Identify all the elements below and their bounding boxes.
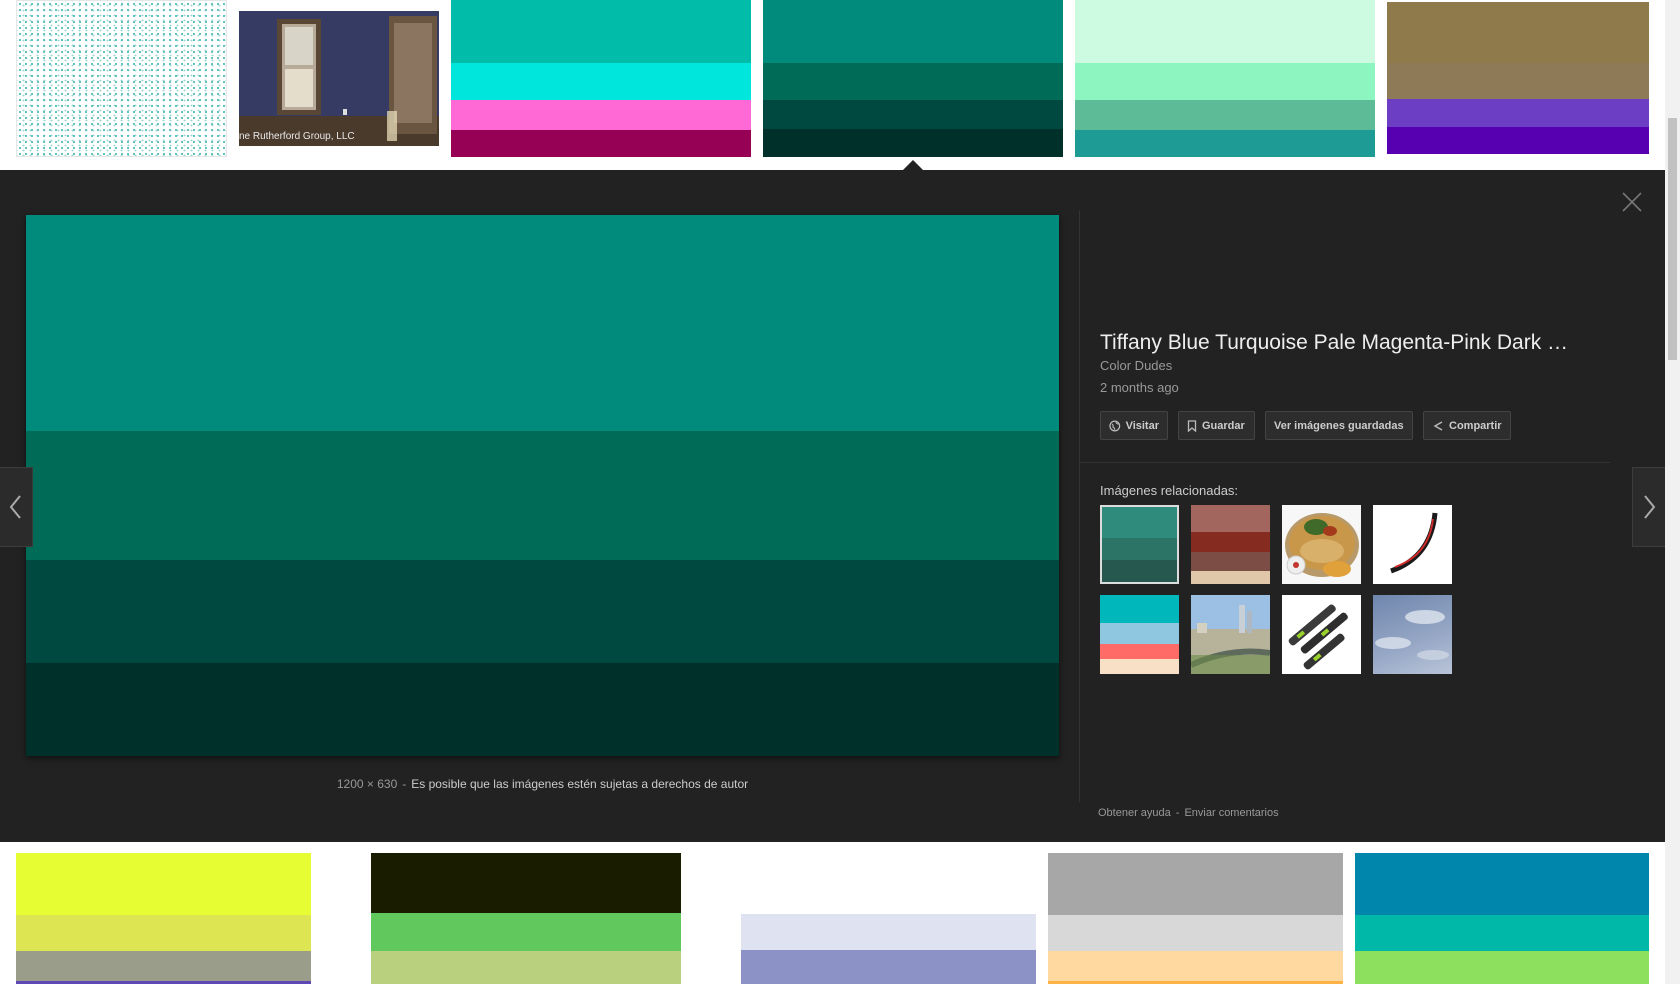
chevron-left-icon — [9, 495, 21, 519]
share-button[interactable]: Compartir — [1423, 411, 1511, 440]
related-thumb-city[interactable] — [1191, 595, 1270, 674]
save-button[interactable]: Guardar — [1178, 411, 1255, 440]
viewer-footer-links: Obtener ayuda - Enviar comentarios — [1098, 807, 1279, 819]
panel-divider-vertical — [1079, 210, 1080, 802]
help-link[interactable]: Obtener ayuda — [1098, 807, 1171, 819]
related-thumb-food[interactable] — [1282, 505, 1361, 584]
result-tile-pattern[interactable] — [16, 0, 227, 157]
globe-icon — [1109, 420, 1121, 431]
result-tile-palette-olive-purple[interactable] — [1387, 2, 1649, 154]
related-thumb-teal[interactable] — [1100, 505, 1179, 584]
result-tile-palette-grey-peach[interactable] — [1048, 853, 1343, 984]
bookmark-icon — [1187, 419, 1197, 432]
image-dimensions: 1200 × 630 — [336, 777, 398, 791]
next-image-button[interactable] — [1632, 467, 1666, 547]
panel-divider-horizontal — [1080, 462, 1610, 463]
selection-pointer — [903, 160, 923, 170]
feedback-link[interactable]: Enviar comentarios — [1184, 807, 1278, 819]
related-thumb-turquoise-coral[interactable] — [1100, 595, 1179, 674]
footer-separator: - — [1175, 807, 1180, 819]
previous-image-button[interactable] — [0, 467, 33, 547]
result-tile-photo[interactable]: ne Rutherford Group, LLC — [239, 11, 439, 146]
room-photo — [239, 11, 439, 146]
main-image[interactable] — [26, 215, 1059, 756]
bike-rim-photo — [1390, 512, 1438, 574]
city-photo — [1191, 595, 1270, 674]
share-icon — [1433, 420, 1443, 431]
related-thumb-tool-parts[interactable] — [1282, 595, 1361, 674]
image-caption: 1200 × 630- Es posible que las imágenes e… — [26, 777, 1059, 791]
sky-photo — [1375, 610, 1449, 660]
result-tile-palette-lavender[interactable] — [741, 853, 1036, 984]
visit-button[interactable]: Visitar — [1100, 411, 1168, 440]
result-tile-palette-teal-selected[interactable] — [763, 0, 1063, 157]
related-images-label: Imágenes relacionadas: — [1100, 483, 1239, 498]
photo-caption: ne Rutherford Group, LLC — [239, 131, 355, 142]
result-date: 2 months ago — [1100, 380, 1179, 395]
result-tile-palette-ocean[interactable] — [1355, 853, 1649, 984]
result-title[interactable]: Tiffany Blue Turquoise Pale Magenta-Pink… — [1100, 331, 1595, 355]
result-tile-palette-mint[interactable] — [1075, 0, 1375, 157]
save-label: Guardar — [1202, 419, 1245, 432]
tool-parts-photo — [1288, 604, 1348, 670]
close-icon — [1622, 192, 1642, 212]
close-button[interactable] — [1618, 188, 1646, 216]
share-label: Compartir — [1449, 419, 1502, 432]
visit-label: Visitar — [1125, 419, 1159, 432]
related-thumb-bike-rim[interactable] — [1373, 505, 1452, 584]
view-saved-button[interactable]: Ver imágenes guardadas — [1265, 411, 1413, 440]
related-thumb-brown[interactable] — [1191, 505, 1270, 584]
result-tile-palette-dark-green[interactable] — [371, 853, 681, 984]
result-source[interactable]: Color Dudes — [1100, 358, 1172, 373]
food-photo — [1285, 513, 1359, 577]
scrollbar-thumb[interactable] — [1668, 118, 1677, 360]
result-tile-palette-tiffany[interactable] — [451, 0, 751, 157]
caption-separator: - — [402, 777, 407, 791]
chevron-right-icon — [1644, 495, 1656, 519]
related-thumb-sky[interactable] — [1373, 595, 1452, 674]
result-tile-palette-lime[interactable] — [16, 853, 311, 984]
view-saved-label: Ver imágenes guardadas — [1274, 419, 1404, 432]
copyright-notice: Es posible que las imágenes estén sujeta… — [411, 777, 749, 791]
